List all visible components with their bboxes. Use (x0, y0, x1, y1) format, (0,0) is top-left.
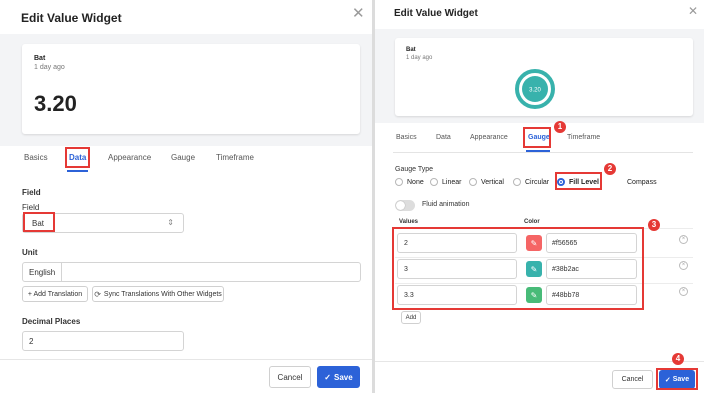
radio-compass-label: Compass (627, 178, 657, 186)
sync-translations-button[interactable]: ⟳ Sync Translations With Other Widgets (92, 286, 224, 302)
step-badge-3: 3 (648, 219, 660, 231)
sync-translations-label: Sync Translations With Other Widgets (103, 290, 222, 298)
fluid-animation-label: Fluid animation (422, 201, 470, 208)
tabs-divider (393, 152, 693, 153)
step-badge-1: 1 (554, 121, 566, 133)
remove-row-icon[interactable]: × (679, 235, 688, 244)
radio-vertical-label: Vertical (481, 178, 504, 186)
save-label: Save (334, 372, 353, 382)
radio-circle-icon (615, 178, 623, 186)
radio-linear-label: Linear (442, 178, 462, 186)
footer-divider (0, 359, 372, 360)
unit-section-label: Unit (22, 248, 38, 257)
gauge-value: 3.20 (529, 88, 541, 94)
radio-circular-label: Circular (525, 178, 550, 186)
radio-linear[interactable]: Linear (430, 178, 461, 186)
cancel-button[interactable]: Cancel (269, 366, 311, 388)
close-icon[interactable]: ✕ (688, 5, 698, 17)
active-tab-indicator (67, 170, 88, 172)
add-translation-button[interactable]: + Add Translation (22, 286, 88, 302)
highlight-save-button (656, 368, 698, 390)
radio-none-label: None (407, 178, 424, 186)
radio-circle-icon (469, 178, 477, 186)
remove-row-icon[interactable]: × (679, 261, 688, 270)
highlight-fill-level (555, 172, 602, 190)
fluid-animation-toggle[interactable] (395, 200, 415, 211)
footer-divider (375, 361, 704, 362)
radio-circle-icon (430, 178, 438, 186)
widget-preview-card: Bat 1 day ago 3.20 (22, 44, 360, 134)
highlight-gauge-tab (523, 127, 551, 148)
field-section-label: Field (22, 188, 41, 197)
radio-circle-icon (395, 178, 403, 186)
cancel-button[interactable]: Cancel (612, 370, 653, 389)
fill-level-gauge: 3.20 (515, 69, 555, 109)
add-row-button[interactable]: Add (401, 311, 421, 324)
left-modal: Edit Value Widget ✕ Bat 1 day ago 3.20 B… (0, 0, 372, 393)
highlight-data-tab (65, 147, 90, 168)
radio-circle-icon (513, 178, 521, 186)
close-icon[interactable]: ✕ (352, 6, 365, 21)
decimal-section-label: Decimal Places (22, 317, 81, 326)
step-badge-4: 4 (672, 353, 684, 365)
gauge-type-label: Gauge Type (395, 166, 434, 173)
preview-area: Bat 1 day ago 3.20 (0, 34, 372, 146)
save-button[interactable]: ✓ Save (317, 366, 360, 388)
step-badge-2: 2 (604, 163, 616, 175)
updown-chevron-icon: ⇕ (167, 218, 174, 227)
remove-row-icon[interactable]: × (679, 287, 688, 296)
card-title: Bat (406, 47, 416, 53)
color-header: Color (524, 219, 540, 225)
modal-title: Edit Value Widget (21, 11, 122, 25)
right-modal: Edit Value Widget ✕ Bat 1 day ago 3.20 B… (375, 0, 704, 393)
tab-timeframe[interactable]: Timeframe (216, 153, 254, 162)
widget-preview-card: Bat 1 day ago 3.20 (395, 38, 693, 116)
radio-compass[interactable]: Compass (615, 178, 657, 186)
tab-gauge[interactable]: Gauge (171, 153, 195, 162)
card-value: 3.20 (34, 91, 77, 116)
radio-none[interactable]: None (395, 178, 424, 186)
unit-input[interactable] (63, 263, 360, 281)
decimal-places-input[interactable]: 2 (22, 331, 184, 351)
card-subtitle: 1 day ago (34, 64, 65, 71)
preview-area: Bat 1 day ago 3.20 (375, 29, 704, 123)
tab-timeframe[interactable]: Timeframe (567, 134, 600, 141)
sync-icon: ⟳ (94, 289, 101, 299)
radio-circular[interactable]: Circular (513, 178, 549, 186)
radio-vertical[interactable]: Vertical (469, 178, 504, 186)
tab-appearance[interactable]: Appearance (108, 153, 151, 162)
tab-data[interactable]: Data (436, 134, 451, 141)
unit-input-group: English (22, 262, 361, 282)
modal-title: Edit Value Widget (394, 8, 478, 19)
card-subtitle: 1 day ago (406, 55, 433, 61)
highlight-values-table (392, 227, 644, 310)
tab-appearance[interactable]: Appearance (470, 134, 508, 141)
values-header: Values (399, 219, 419, 225)
check-icon: ✓ (324, 372, 331, 382)
unit-language-label: English (23, 263, 62, 281)
highlight-field-select (23, 212, 55, 232)
tab-basics[interactable]: Basics (24, 153, 48, 162)
tab-basics[interactable]: Basics (396, 134, 417, 141)
card-title: Bat (34, 55, 46, 62)
field-label: Field (22, 203, 40, 212)
